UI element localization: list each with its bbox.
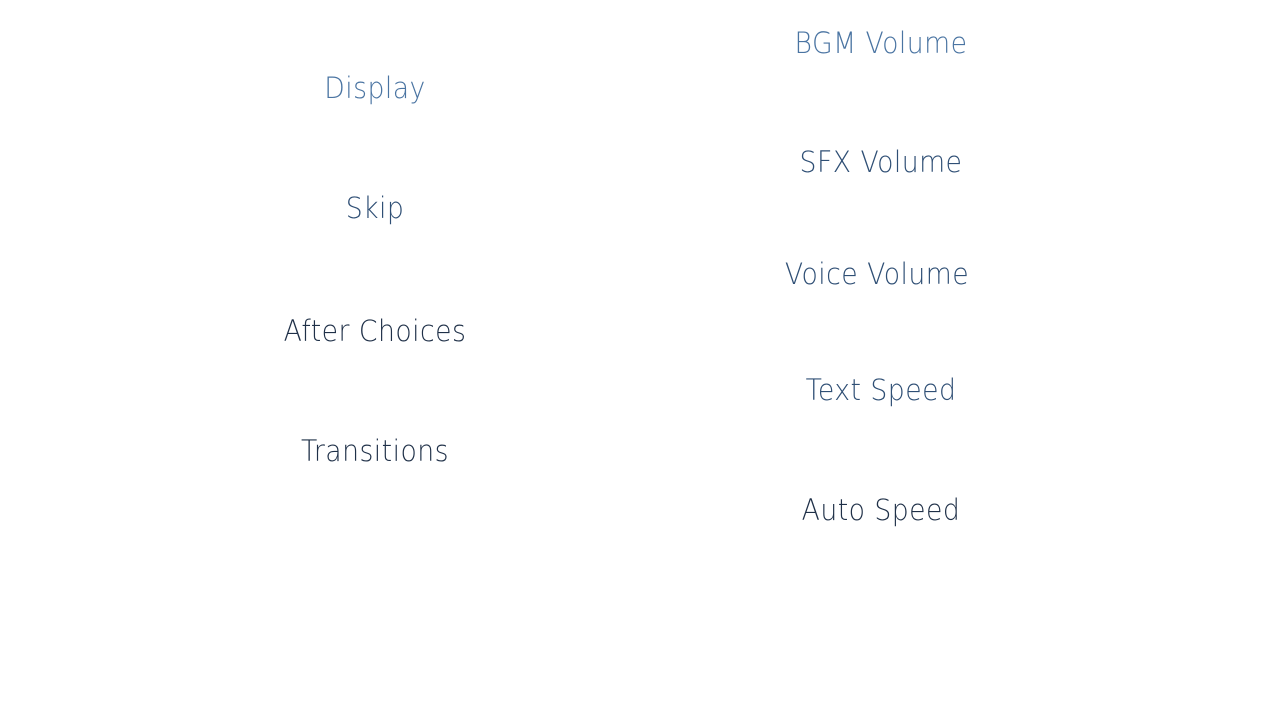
- transitions-option[interactable]: Transitions: [301, 437, 449, 466]
- sfx-volume-option[interactable]: SFX Volume: [800, 148, 963, 177]
- display-option[interactable]: Display: [324, 74, 426, 103]
- auto-speed-option[interactable]: Auto Speed: [802, 496, 961, 525]
- voice-volume-option[interactable]: Voice Volume: [785, 260, 969, 289]
- text-speed-option[interactable]: Text Speed: [806, 376, 957, 405]
- preferences-screen: Display Skip After Choices Transitions B…: [0, 0, 1280, 720]
- skip-option[interactable]: Skip: [346, 194, 405, 223]
- bgm-volume-option[interactable]: BGM Volume: [794, 29, 967, 58]
- after-choices-option[interactable]: After Choices: [284, 317, 467, 346]
